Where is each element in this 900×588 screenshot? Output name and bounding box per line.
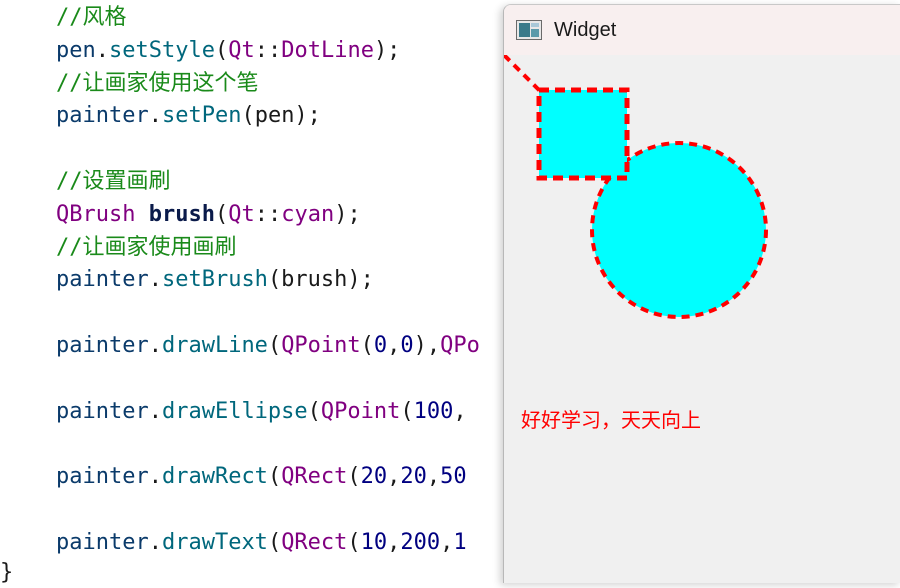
code-token: , [440, 529, 454, 555]
code-token: . [148, 267, 162, 293]
code-token: . [148, 103, 162, 129]
drawn-text: 好好学习，天天向上 [521, 408, 701, 432]
code-token: ); [373, 37, 401, 63]
code-token: ( [347, 529, 361, 555]
code-token: ( [347, 464, 361, 490]
code-token: painter [56, 103, 149, 129]
code-token: //让画家使用这个笔 [56, 70, 259, 96]
code-token: 0 [373, 333, 388, 358]
code-token: , [453, 398, 467, 424]
code-token: painter [56, 398, 149, 424]
code-token: , [387, 333, 401, 358]
code-token: ( [267, 529, 282, 555]
code-token: Qt [228, 37, 255, 63]
code-token: ); [334, 201, 361, 227]
closing-brace: } [0, 560, 14, 585]
code-token: DotLine [281, 37, 374, 63]
code-line: //设置画刷 [56, 167, 171, 197]
code-token: :: [254, 37, 282, 63]
code-token: QPo [440, 333, 480, 358]
code-token: . [148, 529, 162, 555]
code-token: ( [214, 37, 229, 63]
code-token: , [387, 464, 401, 490]
code-line: painter.drawRect(QRect(20,20,50 [56, 462, 467, 492]
code-token: drawEllipse [161, 398, 308, 424]
code-line: //让画家使用这个笔 [56, 69, 259, 99]
code-token: (brush); [267, 267, 374, 293]
code-line: QBrush brush(Qt::cyan); [56, 200, 361, 230]
code-token: painter [56, 529, 149, 555]
code-token: drawLine [161, 333, 268, 358]
code-token: pen [56, 37, 96, 63]
code-token: ( [400, 398, 414, 424]
code-token: drawRect [161, 464, 268, 490]
code-token: ( [214, 201, 229, 227]
code-token: 100 [413, 398, 454, 424]
code-token: setPen [161, 103, 242, 129]
code-token: QPoint [320, 398, 401, 424]
code-token: , [387, 529, 401, 555]
drawn-line [504, 55, 542, 93]
code-token: 1 [453, 529, 467, 555]
code-token: 200 [400, 529, 441, 555]
window-titlebar[interactable]: Widget [504, 5, 900, 55]
code-token: QPoint [281, 333, 361, 358]
code-token: setBrush [161, 267, 268, 293]
code-line: painter.drawLine(QPoint(0,0),QPo [56, 331, 480, 361]
window-title: Widget [554, 19, 617, 41]
code-token: 20 [400, 464, 427, 490]
code-line: painter.drawEllipse(QPoint(100, [56, 397, 467, 427]
code-token: . [148, 398, 162, 424]
code-token: . [148, 464, 162, 490]
code-token: brush [148, 201, 215, 227]
code-token: :: [254, 201, 282, 227]
code-token: ( [307, 398, 321, 424]
code-token: drawText [161, 529, 268, 555]
code-token: ), [413, 333, 441, 358]
code-token: 50 [440, 464, 467, 490]
app-icon [516, 20, 542, 40]
widget-window[interactable]: Widget 好好学习，天天向上 [503, 4, 900, 583]
code-token: QRect [281, 464, 348, 490]
paint-canvas [504, 55, 768, 319]
code-token: QBrush [56, 201, 136, 227]
code-token: Qt [228, 201, 255, 227]
code-token: , [426, 464, 441, 490]
code-token: //设置画刷 [56, 169, 171, 194]
code-token: (pen); [241, 103, 321, 129]
code-line: pen.setStyle(Qt::DotLine); [56, 36, 400, 66]
code-token: ( [267, 333, 282, 358]
code-token: ( [360, 333, 374, 358]
code-token: QRect [281, 529, 348, 555]
code-token: 10 [360, 529, 388, 555]
code-token: //让画家使用画刷 [56, 234, 237, 260]
drawn-rect [536, 87, 630, 181]
code-line: painter.setBrush(brush); [56, 265, 374, 295]
code-token: painter [56, 333, 149, 358]
code-line: //风格 [56, 3, 127, 33]
code-line: painter.setPen(pen); [56, 101, 321, 131]
code-token: //风格 [56, 5, 127, 30]
code-token: painter [56, 464, 149, 490]
code-token: setStyle [109, 37, 215, 63]
code-line: //让画家使用画刷 [56, 233, 237, 263]
code-token: . [148, 333, 162, 358]
code-token: 0 [400, 333, 414, 358]
code-token: ( [267, 464, 282, 490]
code-token: painter [56, 267, 149, 293]
code-line: painter.drawText(QRect(10,200,1 [56, 528, 467, 558]
code-token: 20 [360, 464, 388, 490]
code-token: . [95, 37, 109, 63]
code-token: cyan [281, 201, 335, 227]
